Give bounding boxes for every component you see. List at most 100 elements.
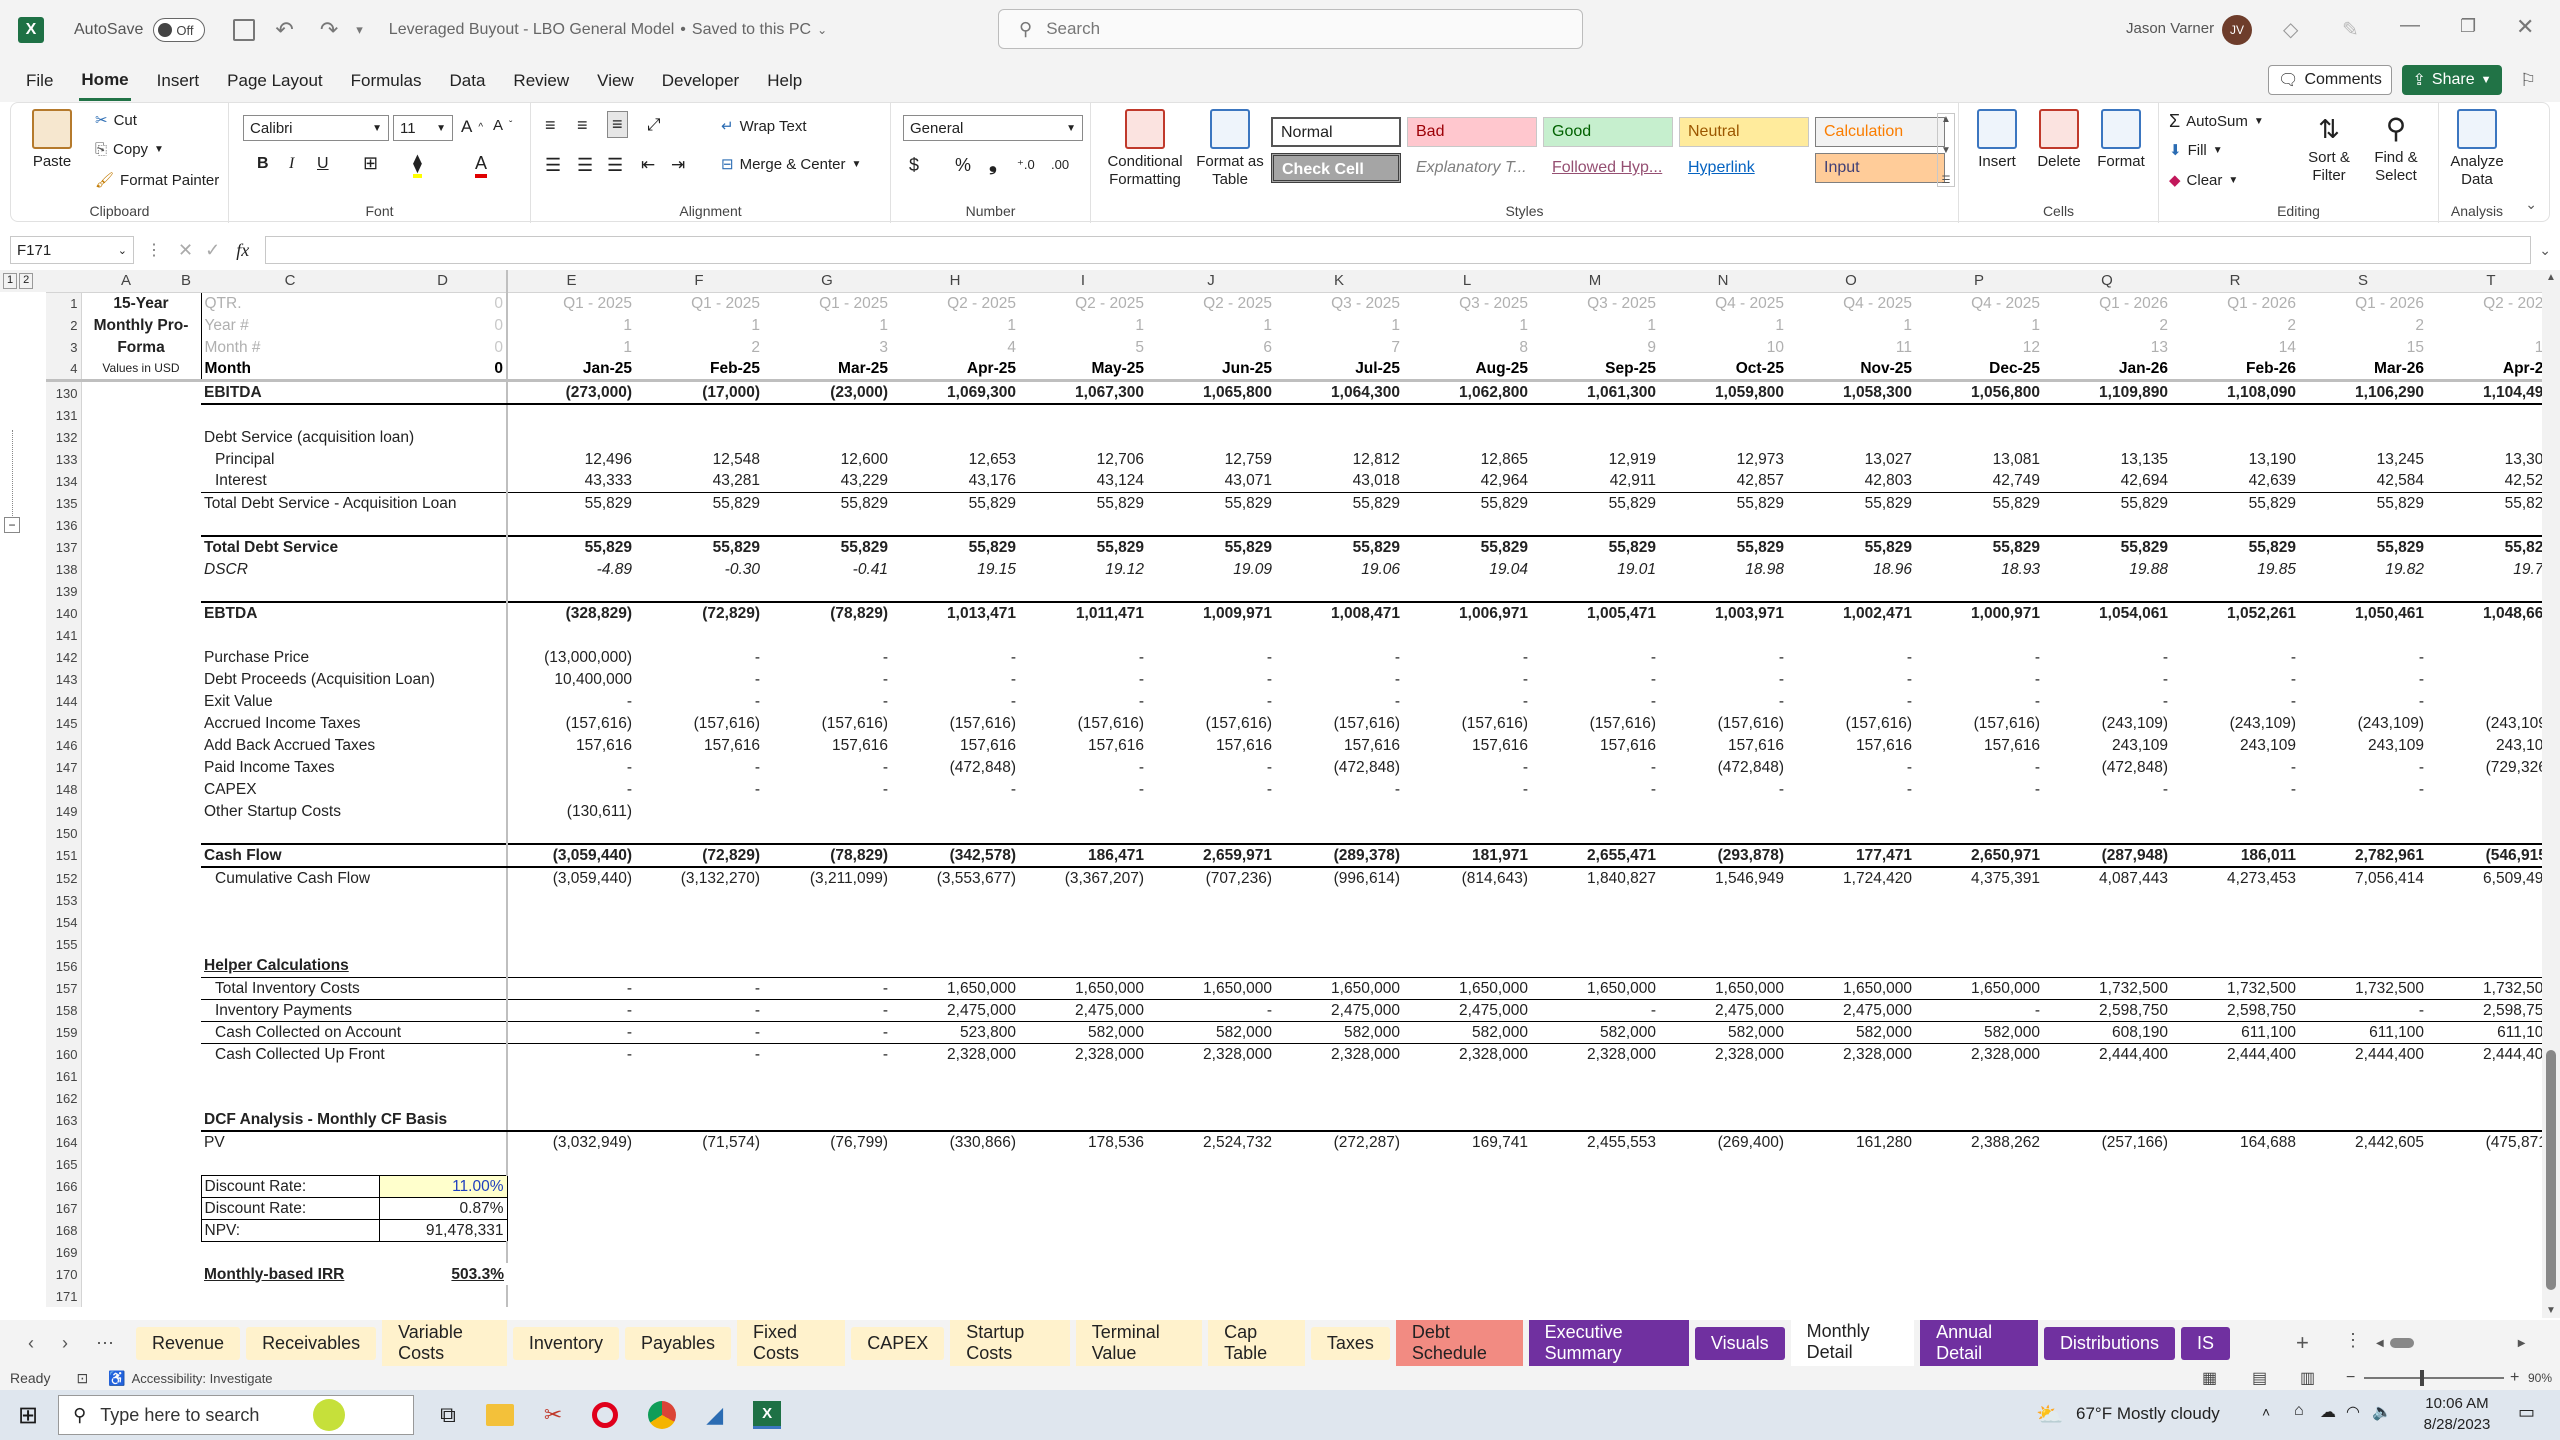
value-cell[interactable]: (3,367,207) xyxy=(1019,866,1147,889)
value-cell[interactable]: (13,000,000) xyxy=(507,646,635,668)
cell-ab[interactable] xyxy=(81,778,201,800)
value-cell[interactable] xyxy=(2171,1109,2299,1132)
value-cell[interactable] xyxy=(2427,933,2555,955)
value-cell[interactable] xyxy=(1787,889,1915,911)
row-label-cell[interactable] xyxy=(201,1087,508,1109)
value-cell[interactable]: - xyxy=(1659,778,1787,800)
sheet-tab[interactable]: IS xyxy=(2180,1326,2230,1360)
value-cell[interactable] xyxy=(891,1153,1019,1175)
value-cell[interactable]: 2,444,400 xyxy=(2299,1042,2427,1065)
value-cell[interactable] xyxy=(1531,822,1659,844)
value-cell[interactable]: 7,056,414 xyxy=(2299,866,2427,889)
header-value-cell[interactable]: 1 xyxy=(1147,314,1275,336)
accessibility-icon[interactable]: ♿ xyxy=(108,1370,125,1387)
value-cell[interactable]: 19.15 xyxy=(891,558,1019,580)
restore-icon[interactable]: ❐ xyxy=(2460,16,2476,37)
value-cell[interactable] xyxy=(1915,1241,2043,1263)
borders-icon[interactable]: ⊞ xyxy=(363,153,378,174)
value-cell[interactable] xyxy=(891,1065,1019,1087)
value-cell[interactable] xyxy=(1915,1175,2043,1197)
value-cell[interactable] xyxy=(891,1241,1019,1263)
find-select-button[interactable]: ⚲ Find & Select xyxy=(2365,109,2427,185)
value-cell[interactable]: - xyxy=(2171,756,2299,778)
cloud-icon[interactable]: ☁ xyxy=(2320,1402,2336,1422)
value-cell[interactable] xyxy=(2171,624,2299,646)
header-value-cell[interactable]: 1 xyxy=(1915,314,2043,336)
value-cell[interactable] xyxy=(1659,1197,1787,1219)
value-cell[interactable] xyxy=(1275,911,1403,933)
row-header[interactable]: 133 xyxy=(46,448,82,470)
value-cell[interactable] xyxy=(2299,911,2427,933)
cell-ab[interactable] xyxy=(81,844,201,867)
value-cell[interactable] xyxy=(2299,1065,2427,1087)
value-cell[interactable] xyxy=(1915,1087,2043,1109)
value-cell[interactable]: - xyxy=(635,1020,763,1043)
header-value-cell[interactable]: 13 xyxy=(2043,336,2171,358)
value-cell[interactable] xyxy=(2299,624,2427,646)
value-cell[interactable] xyxy=(1659,1153,1787,1175)
value-cell[interactable]: 55,829 xyxy=(1403,491,1531,514)
enter-icon[interactable]: ✓ xyxy=(205,240,220,261)
value-cell[interactable] xyxy=(635,822,763,844)
header-value-cell[interactable]: Jul-25 xyxy=(1275,358,1403,382)
value-cell[interactable]: (287,948) xyxy=(2043,843,2171,868)
header-value-cell[interactable]: 14 xyxy=(2171,336,2299,358)
value-cell[interactable]: 42,529 xyxy=(2427,470,2555,492)
value-cell[interactable] xyxy=(1659,822,1787,844)
value-cell[interactable]: 19.12 xyxy=(1019,558,1147,580)
value-cell[interactable] xyxy=(891,889,1019,911)
value-cell[interactable]: - xyxy=(2043,690,2171,712)
header-value-cell[interactable]: Q1 - 2026 xyxy=(2043,292,2171,314)
value-cell[interactable] xyxy=(1147,1285,1275,1307)
excel-taskbar-icon[interactable]: X xyxy=(753,1401,782,1429)
value-cell[interactable]: 2,442,605 xyxy=(2299,1131,2427,1153)
value-cell[interactable]: 55,829 xyxy=(1019,535,1147,558)
value-cell[interactable] xyxy=(1787,1087,1915,1109)
header-value-cell[interactable]: 2 xyxy=(2299,314,2427,336)
next-sheet-icon[interactable]: › xyxy=(62,1333,68,1354)
value-cell[interactable] xyxy=(2171,1065,2299,1087)
header-value-cell[interactable]: Q2 - 2025 xyxy=(1019,292,1147,314)
row-header[interactable]: 163 xyxy=(46,1109,82,1131)
value-cell[interactable]: - xyxy=(2043,646,2171,668)
value-cell[interactable]: 13,027 xyxy=(1787,448,1915,470)
header-value-cell[interactable]: 15 xyxy=(2299,336,2427,358)
fill-button[interactable]: ⬇ Fill ▼ xyxy=(2169,141,2223,160)
align-middle-icon[interactable]: ≡ xyxy=(577,115,588,136)
value-cell[interactable] xyxy=(1019,1175,1147,1197)
value-cell[interactable]: 157,616 xyxy=(507,734,635,756)
value-cell[interactable]: 2,328,000 xyxy=(1787,1042,1915,1065)
value-cell[interactable] xyxy=(2299,1241,2427,1263)
row-label-cell[interactable]: Accrued Income Taxes xyxy=(201,712,508,734)
sheet-tab[interactable]: Payables xyxy=(624,1326,732,1360)
header-value-cell[interactable]: Q4 - 2025 xyxy=(1787,292,1915,314)
header-value-cell[interactable]: 8 xyxy=(1403,336,1531,358)
value-cell[interactable] xyxy=(507,1087,635,1109)
cell-ab[interactable] xyxy=(81,426,201,448)
value-cell[interactable]: - xyxy=(1531,778,1659,800)
value-cell[interactable] xyxy=(507,1197,635,1219)
value-cell[interactable] xyxy=(1403,800,1531,822)
value-cell[interactable]: 55,829 xyxy=(2043,535,2171,558)
value-cell[interactable] xyxy=(2299,1153,2427,1175)
value-cell[interactable] xyxy=(2427,1065,2555,1087)
value-cell[interactable]: 55,829 xyxy=(1147,535,1275,558)
sheet-tab[interactable]: Debt Schedule xyxy=(1395,1320,1523,1366)
value-cell[interactable]: - xyxy=(1403,778,1531,800)
header-value-cell[interactable]: 6 xyxy=(1147,336,1275,358)
worksheet-grid[interactable]: 12 − A B C D E F G H I J K L M N O P Q R S T 1 15-Year QTR. 0 Q1… xyxy=(0,270,2560,1318)
diamond-icon[interactable]: ◇ xyxy=(2283,17,2298,42)
value-cell[interactable] xyxy=(1275,955,1403,977)
value-cell[interactable]: 12,496 xyxy=(507,448,635,470)
value-cell[interactable] xyxy=(1403,1241,1531,1263)
font-size-select[interactable]: 11 ▼ xyxy=(393,115,453,141)
value-cell[interactable]: 243,109 xyxy=(2043,734,2171,756)
scroll-thumb[interactable] xyxy=(2546,1050,2556,1290)
value-cell[interactable]: 12,706 xyxy=(1019,448,1147,470)
value-cell[interactable] xyxy=(635,1197,763,1219)
value-cell[interactable]: 157,616 xyxy=(1275,734,1403,756)
cell-ab[interactable] xyxy=(81,514,201,536)
value-cell[interactable]: 43,333 xyxy=(507,470,635,492)
more-options-icon[interactable]: ⋮ xyxy=(146,240,162,260)
value-cell[interactable] xyxy=(2043,1109,2171,1132)
